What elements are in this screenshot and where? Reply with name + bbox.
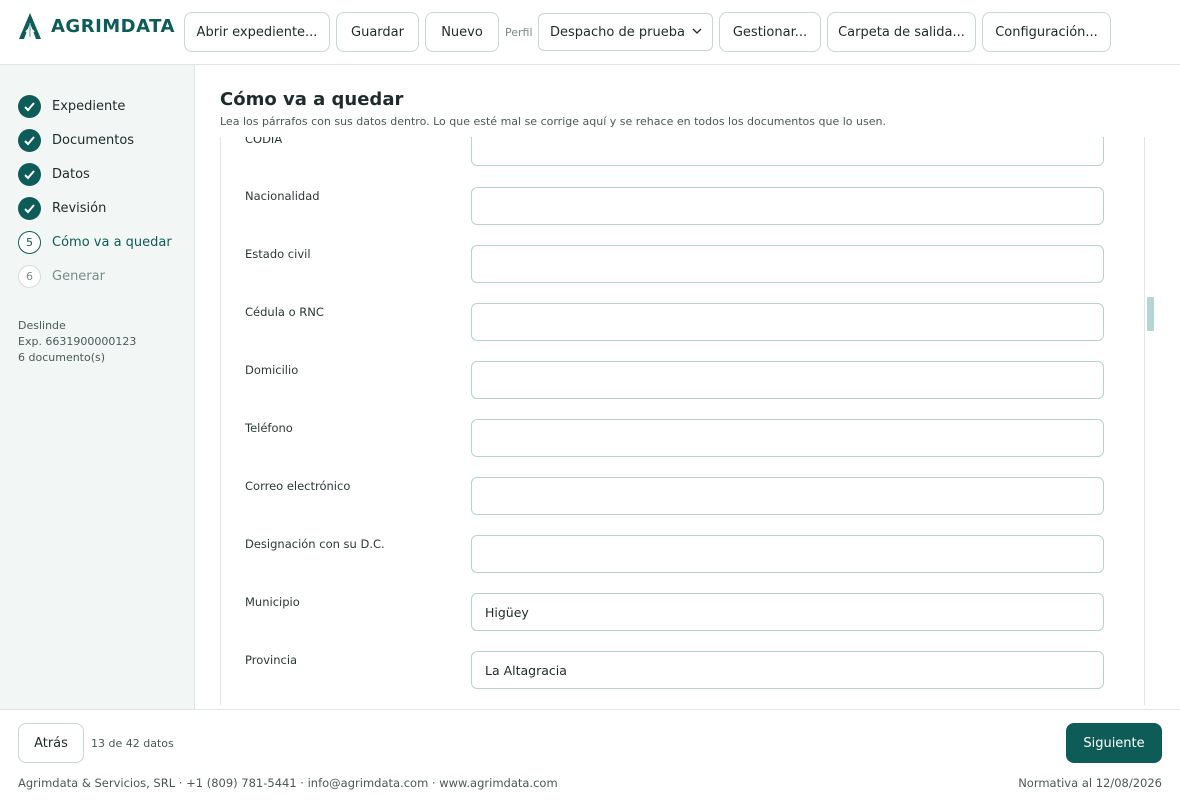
fields-panel[interactable]: CODIA Nacionalidad Estado civil Cédula o… [220, 137, 1145, 705]
step-label: Datos [52, 166, 90, 182]
field-label: Cédula o RNC [245, 305, 324, 319]
cedula-rnc-input[interactable] [471, 303, 1104, 341]
check-icon [18, 128, 41, 152]
new-button[interactable]: Nuevo [425, 12, 499, 52]
field-label: Provincia [245, 653, 298, 667]
save-button[interactable]: Guardar [336, 12, 419, 52]
step-label: Generar [52, 268, 105, 284]
page-title: Cómo va a quedar [220, 89, 404, 110]
check-icon [18, 196, 41, 220]
step-label: Expediente [52, 98, 126, 114]
chevron-down-icon [692, 28, 702, 34]
step-number: 6 [18, 264, 41, 288]
step-revision[interactable]: Revisión [18, 196, 106, 220]
codia-input[interactable] [471, 137, 1104, 166]
provincia-input[interactable]: La Altagracia [471, 651, 1104, 689]
field-label: Estado civil [245, 247, 311, 261]
scrollbar-thumb[interactable] [1147, 297, 1154, 331]
field-label: Designación con su D.C. [245, 537, 385, 551]
output-folder-button[interactable]: Carpeta de salida... [827, 12, 976, 52]
nacionalidad-input[interactable] [471, 187, 1104, 225]
municipio-input[interactable]: Higüey [471, 593, 1104, 631]
field-label: CODIA [245, 137, 283, 146]
profile-select[interactable]: Despacho de prueba [538, 13, 713, 51]
case-documents: 6 documento(s) [18, 351, 106, 364]
profile-select-value: Despacho de prueba [550, 24, 685, 40]
step-documentos[interactable]: Documentos [18, 128, 134, 152]
next-button[interactable]: Siguiente [1066, 723, 1162, 763]
step-label: Documentos [52, 132, 135, 148]
case-type: Deslinde [18, 319, 66, 332]
open-file-button[interactable]: Abrir expediente... [184, 12, 330, 52]
correo-input[interactable] [471, 477, 1104, 515]
step-como-va-a-quedar[interactable]: 5 Cómo va a quedar [18, 230, 172, 254]
field-label: Teléfono [245, 421, 293, 435]
company-info: Agrimdata & Servicios, SRL · +1 (809) 78… [18, 776, 558, 790]
step-label: Cómo va a quedar [52, 234, 172, 250]
telefono-input[interactable] [471, 419, 1104, 457]
settings-button[interactable]: Configuración... [982, 12, 1111, 52]
field-label: Nacionalidad [245, 189, 320, 203]
profile-label: Perfil [505, 26, 533, 39]
agrimdata-logo-icon [19, 13, 41, 39]
back-button[interactable]: Atrás [18, 723, 84, 763]
wizard-sidebar: Expediente Documentos Datos Revisión 5 C… [0, 65, 195, 709]
field-label: Domicilio [245, 363, 299, 377]
field-label: Municipio [245, 595, 300, 609]
normativa-date: Normativa al 12/08/2026 [1018, 776, 1162, 790]
wizard-footer: Atrás 13 de 42 datos Siguiente Agrimdata… [0, 709, 1180, 800]
designacion-input[interactable] [471, 535, 1104, 573]
case-meta: Deslinde Exp. 6631900000123 6 documento(… [18, 318, 136, 366]
app-name: AGRIMDATA [51, 15, 175, 37]
step-generar[interactable]: 6 Generar [18, 264, 105, 288]
field-label: Correo electrónico [245, 479, 351, 493]
data-count: 13 de 42 datos [91, 737, 174, 750]
check-icon [18, 94, 41, 118]
app-logo: AGRIMDATA [17, 12, 175, 40]
case-expediente: Exp. 6631900000123 [18, 335, 137, 348]
app-header: AGRIMDATA Abrir expediente... Guardar Nu… [0, 0, 1180, 65]
domicilio-input[interactable] [471, 361, 1104, 399]
check-icon [18, 162, 41, 186]
manage-button[interactable]: Gestionar... [719, 12, 821, 52]
step-label: Revisión [52, 200, 107, 216]
step-datos[interactable]: Datos [18, 162, 90, 186]
page-subtitle: Lea los párrafos con sus datos dentro. L… [220, 115, 886, 128]
step-number: 5 [18, 230, 41, 254]
estado-civil-input[interactable] [471, 245, 1104, 283]
step-expediente[interactable]: Expediente [18, 94, 125, 118]
